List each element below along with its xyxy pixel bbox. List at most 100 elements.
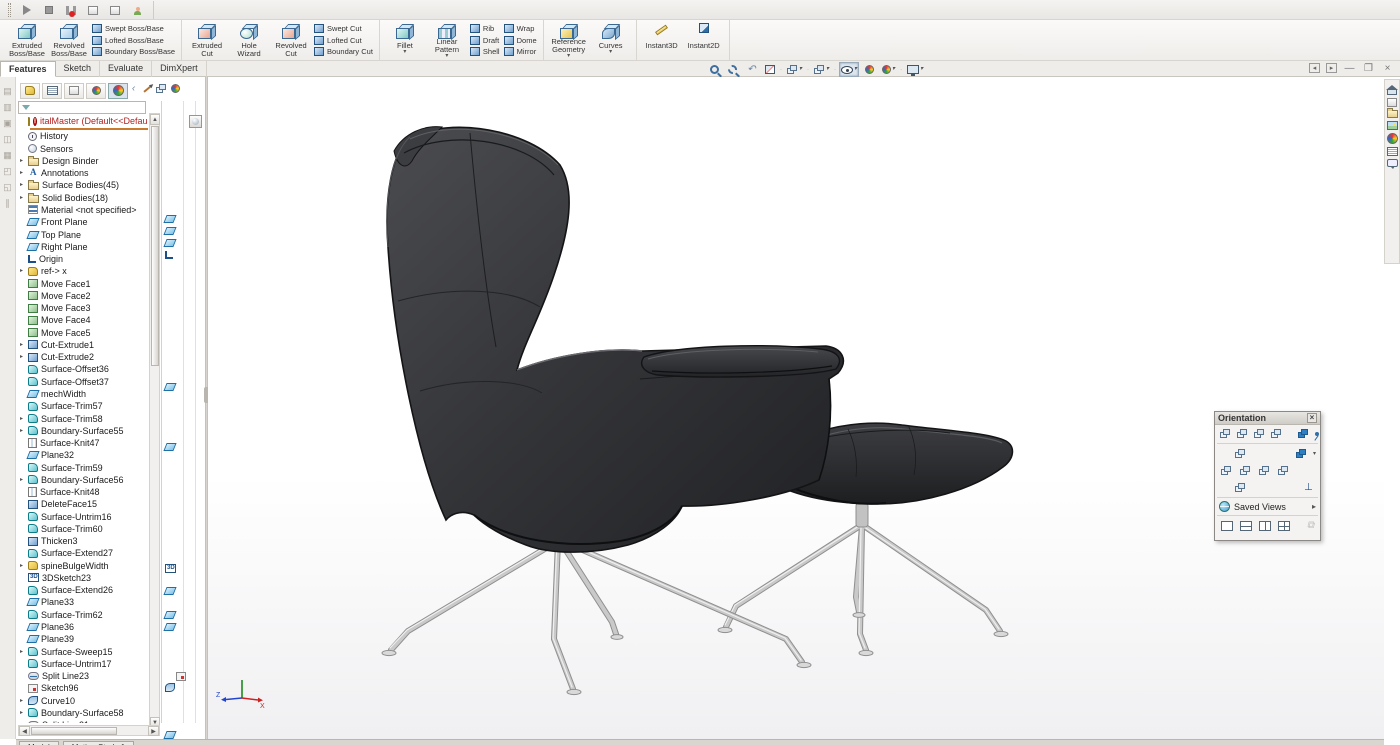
origin-display-icon[interactable]: [165, 251, 173, 259]
isometric-view-button[interactable]: [1294, 447, 1309, 460]
tab-configurationmanager[interactable]: [64, 83, 84, 99]
tree-item[interactable]: Split Line23: [18, 670, 148, 682]
reference-geometry-button[interactable]: Reference Geometry▾: [548, 21, 590, 59]
swept-cut-button[interactable]: Swept Cut: [314, 23, 373, 34]
dropdown-arrow-icon[interactable]: ▾: [799, 67, 802, 72]
plane33-display-icon[interactable]: [163, 587, 176, 595]
swept-boss-base-button[interactable]: Swept Boss/Base: [92, 23, 175, 34]
dropdown-arrow-icon[interactable]: ▾: [920, 67, 923, 72]
tree-item[interactable]: ▸Split Line21: [18, 719, 148, 723]
scroll-left-arrow[interactable]: ◀: [19, 726, 30, 736]
shell-button[interactable]: Shell: [470, 46, 500, 57]
dropdown-arrow-icon[interactable]: ▾: [567, 54, 570, 59]
tree-item[interactable]: Surface-Knit48: [18, 486, 148, 498]
mechwidth-display-icon[interactable]: [163, 383, 176, 391]
plane32-display-icon[interactable]: [163, 443, 176, 451]
scroll-up-arrow[interactable]: ▲: [150, 114, 160, 125]
macro-security-button[interactable]: [129, 2, 145, 18]
left-toolbar-icon-5[interactable]: ▦: [2, 149, 14, 161]
view-selector-button[interactable]: [1297, 427, 1310, 440]
view-orientation-button[interactable]: ▾: [785, 62, 804, 77]
chair-armrest[interactable]: [642, 346, 840, 377]
tree-item[interactable]: Front Plane: [18, 216, 148, 228]
front-plane-display-icon[interactable]: [163, 215, 176, 223]
rib-button[interactable]: Rib: [470, 23, 500, 34]
left-toolbar-icon-3[interactable]: ▣: [2, 117, 14, 129]
tree-item[interactable]: ▸Boundary-Surface56: [18, 474, 148, 486]
pin-button[interactable]: [1314, 427, 1320, 440]
left-toolbar-icon-2[interactable]: ▥: [2, 101, 14, 113]
section-view-button[interactable]: [762, 62, 777, 77]
tree-item[interactable]: mechWidth: [18, 388, 148, 400]
tree-item[interactable]: Surface-Extend27: [18, 547, 148, 559]
tree-item[interactable]: Surface-Trim57: [18, 400, 148, 412]
view-settings-button[interactable]: ▾: [905, 62, 925, 77]
tree-item[interactable]: Surface-Extend26: [18, 584, 148, 596]
tree-item[interactable]: Move Face4: [18, 314, 148, 326]
draft-button[interactable]: Draft: [470, 35, 500, 46]
left-toolbar-icon-4[interactable]: ◫: [2, 133, 14, 145]
feature-filter-row[interactable]: [18, 101, 146, 114]
tree-item[interactable]: Plane32: [18, 449, 148, 461]
previous-view-button[interactable]: ↶: [744, 62, 759, 77]
tree-item[interactable]: Plane36: [18, 621, 148, 633]
tree-item[interactable]: ▸Surface Bodies(45): [18, 179, 148, 191]
tree-item[interactable]: ▸Curve10: [18, 694, 148, 706]
dropdown-arrow-icon[interactable]: ▾: [892, 67, 895, 72]
reset-standard-views-button[interactable]: [1270, 427, 1283, 440]
tree-item[interactable]: ▸Annotations: [18, 167, 148, 179]
record-pause-macro-button[interactable]: [63, 2, 79, 18]
appearances-scenes-button[interactable]: [1387, 133, 1398, 144]
lofted-boss-base-button[interactable]: Lofted Boss/Base: [92, 35, 175, 46]
two-view-horizontal-button[interactable]: [1238, 519, 1253, 532]
tree-item[interactable]: ▸Cut-Extrude1: [18, 339, 148, 351]
window-previous-button[interactable]: ◂: [1309, 63, 1320, 73]
mirror-button[interactable]: Mirror: [504, 46, 537, 57]
top-plane-display-icon[interactable]: [163, 227, 176, 235]
tree-item[interactable]: Thicken3: [18, 535, 148, 547]
tab-model[interactable]: Model: [19, 741, 59, 745]
view-right-button[interactable]: [1257, 464, 1272, 477]
tree-item[interactable]: Top Plane: [18, 228, 148, 240]
left-toolbar-icon-7[interactable]: ◱: [2, 181, 14, 193]
tree-item[interactable]: ▸Surface-Trim58: [18, 412, 148, 424]
design-library-button[interactable]: [1387, 98, 1397, 107]
scroll-thumb[interactable]: [151, 126, 159, 366]
extruded-boss-base-button[interactable]: Extruded Boss/Base: [6, 21, 48, 59]
tree-item[interactable]: Surface-Knit47: [18, 437, 148, 449]
tab-features[interactable]: Features: [0, 61, 56, 77]
tree-item[interactable]: History: [18, 130, 148, 142]
appearance-pencil-icon[interactable]: [143, 85, 151, 92]
toolbar-grip[interactable]: [8, 3, 11, 17]
view-front-button[interactable]: [1233, 447, 1248, 460]
tree-item[interactable]: DeleteFace15: [18, 498, 148, 510]
tree-item[interactable]: ▸Cut-Extrude2: [18, 351, 148, 363]
dropdown-arrow-icon[interactable]: ▾: [1313, 450, 1316, 457]
tab-displaymanager[interactable]: [108, 83, 128, 99]
solidworks-forum-button[interactable]: [1387, 159, 1398, 167]
stop-macro-button[interactable]: [41, 2, 57, 18]
file-explorer-button[interactable]: [1387, 110, 1398, 118]
tree-item[interactable]: Sketch96: [18, 682, 148, 694]
collapse-pane-icon[interactable]: ‹: [128, 83, 139, 94]
scroll-thumb-h[interactable]: [31, 727, 117, 735]
tab-dimxpertmanager[interactable]: [86, 83, 106, 99]
new-macro-button[interactable]: [85, 2, 101, 18]
tree-item[interactable]: Move Face1: [18, 277, 148, 289]
tree-item[interactable]: ▸ref-> x: [18, 265, 148, 277]
dropdown-arrow-icon[interactable]: ▾: [826, 67, 829, 72]
view-bottom-button[interactable]: [1233, 481, 1248, 494]
boundary-cut-button[interactable]: Boundary Cut: [314, 46, 373, 57]
tree-item[interactable]: Plane39: [18, 633, 148, 645]
four-view-button[interactable]: [1276, 519, 1291, 532]
lofted-cut-button[interactable]: Lofted Cut: [314, 35, 373, 46]
view-left-button[interactable]: [1219, 464, 1234, 477]
plane37-display-icon[interactable]: [163, 731, 176, 739]
3dsketch23-display-icon[interactable]: [165, 564, 176, 573]
custom-properties-button[interactable]: [1387, 147, 1398, 156]
chair-body[interactable]: [387, 127, 843, 552]
sketch96-display-icon[interactable]: [176, 672, 186, 681]
display-style-button[interactable]: ▾: [812, 62, 831, 77]
tab-featuremanager-tree[interactable]: [20, 83, 40, 99]
edit-appearance-button[interactable]: [862, 62, 877, 77]
